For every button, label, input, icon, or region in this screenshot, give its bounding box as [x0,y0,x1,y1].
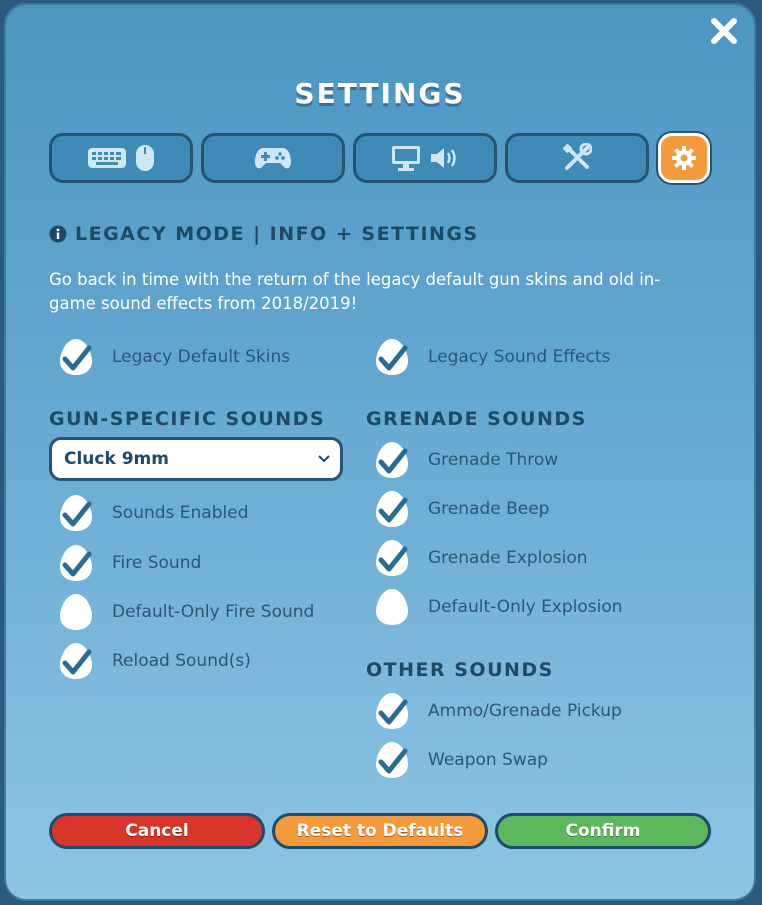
grenade-option-label: Grenade Beep [428,499,550,519]
gun-select-value: Cluck 9mm [64,449,169,469]
egg-checkbox-checked-icon [376,442,408,478]
gun-option-label: Fire Sound [112,553,202,573]
gun-sounds-heading: GUN-SPECIFIC SOUNDS [49,408,326,430]
speaker-icon [431,148,456,168]
gun-option-default-only-fire[interactable]: Default-Only Fire Sound [58,592,314,632]
grenade-option-beep[interactable]: Grenade Beep [374,489,549,529]
gun-option-reload-sound[interactable]: Reload Sound(s) [58,641,251,681]
egg-checkbox-checked-icon [376,742,408,778]
egg-checkbox-checked-icon [376,339,408,375]
grenade-option-label: Grenade Explosion [428,548,588,568]
mouse-icon [136,145,154,171]
gun-option-label: Default-Only Fire Sound [112,602,315,622]
gun-option-sounds-enabled[interactable]: Sounds Enabled [58,493,249,533]
close-button[interactable] [704,11,744,51]
gamepad-icon [255,148,291,169]
tools-icon [562,143,592,170]
legacy-intro-text: Go back in time with the return of the l… [49,270,661,313]
egg-checkbox-checked-icon [376,693,408,729]
other-sounds-heading: OTHER SOUNDS [366,659,554,681]
settings-modal: SETTINGS LEGACY MODE | INFO + SETTINGS G… [6,5,754,899]
tab-keyboard-mouse[interactable] [49,133,193,183]
gun-select[interactable]: Cluck 9mm [49,437,343,481]
settings-tabs [49,133,719,189]
grenade-option-explosion[interactable]: Grenade Explosion [374,538,588,578]
gun-option-label: Sounds Enabled [112,503,249,523]
confirm-button[interactable]: Confirm [495,813,711,849]
other-option-weapon-swap[interactable]: Weapon Swap [374,740,548,780]
grenade-option-label: Grenade Throw [428,450,559,470]
egg-checkbox-checked-icon [60,339,92,375]
keyboard-icon [88,148,126,168]
grenade-option-default-only-explosion[interactable]: Default-Only Explosion [374,587,623,627]
egg-checkbox-checked-icon [60,545,92,581]
other-option-ammo-pickup[interactable]: Ammo/Grenade Pickup [374,691,622,731]
grenade-sounds-heading: GRENADE SOUNDS [366,408,587,430]
legacy-sfx-label: Legacy Sound Effects [428,347,611,367]
grenade-option-label: Default-Only Explosion [428,597,623,617]
monitor-icon [392,146,420,171]
chevron-down-icon [318,455,330,463]
egg-checkbox-checked-icon [376,491,408,527]
gun-option-fire-sound[interactable]: Fire Sound [58,543,201,583]
gear-icon [672,146,696,170]
egg-checkbox-checked-icon [60,495,92,531]
reset-defaults-button[interactable]: Reset to Defaults [272,813,488,849]
other-option-label: Ammo/Grenade Pickup [428,701,622,721]
legacy-skins-toggle[interactable]: Legacy Default Skins [58,337,290,377]
page-title: SETTINGS [294,77,466,110]
egg-checkbox-unchecked-icon [376,589,408,625]
info-icon [49,225,67,243]
legacy-heading-text: LEGACY MODE | INFO + SETTINGS [75,223,479,245]
tab-controller[interactable] [201,133,345,183]
grenade-option-throw[interactable]: Grenade Throw [374,440,558,480]
close-icon [711,18,737,44]
tab-tools[interactable] [505,133,649,183]
legacy-heading: LEGACY MODE | INFO + SETTINGS [49,223,479,245]
cancel-button[interactable]: Cancel [49,813,265,849]
gun-option-label: Reload Sound(s) [112,651,251,671]
tab-display-audio[interactable] [353,133,497,183]
egg-checkbox-unchecked-icon [60,594,92,630]
legacy-skins-label: Legacy Default Skins [112,347,291,367]
other-option-label: Weapon Swap [428,750,548,770]
legacy-sfx-toggle[interactable]: Legacy Sound Effects [374,337,610,377]
egg-checkbox-checked-icon [376,540,408,576]
tab-misc[interactable] [658,133,710,183]
egg-checkbox-checked-icon [60,643,92,679]
